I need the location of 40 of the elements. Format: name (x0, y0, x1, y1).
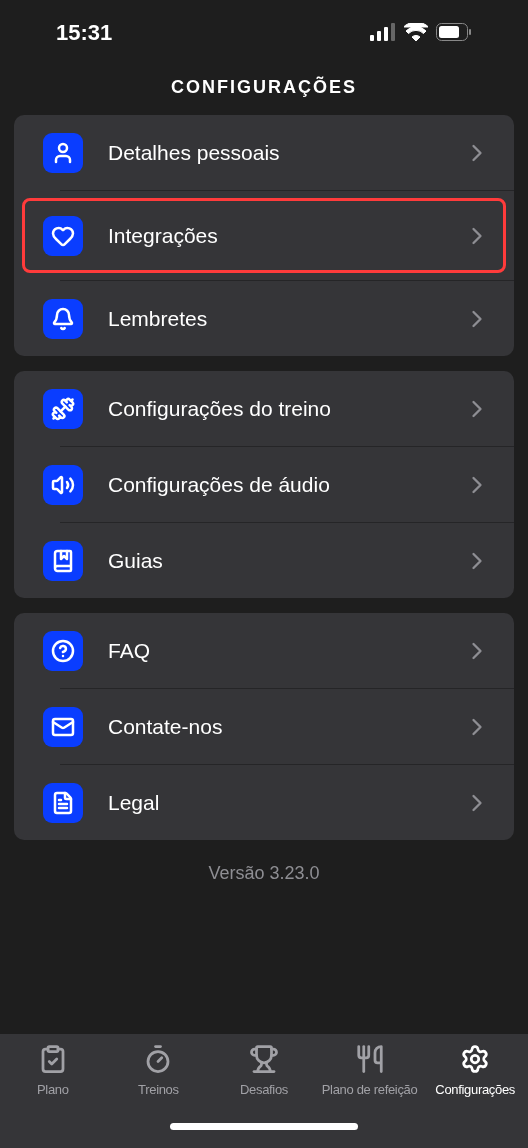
wifi-icon (404, 23, 428, 41)
settings-row[interactable]: Integrações (22, 198, 506, 273)
utensils-icon (354, 1044, 385, 1074)
book-icon (43, 540, 83, 581)
settings-row[interactable]: FAQ (22, 613, 506, 688)
settings-row[interactable]: Detalhes pessoais (22, 115, 506, 190)
row-label: Configurações de áudio (108, 471, 331, 498)
tab-item[interactable]: Desafios (211, 1044, 317, 1100)
question-icon (43, 630, 83, 671)
row-label: Contate-nos (108, 713, 224, 740)
version-text: Versão 3.23.0 (208, 862, 320, 885)
settings-row[interactable]: Configurações do treino (22, 371, 506, 446)
row-label: Integrações (108, 222, 219, 249)
battery-icon (436, 23, 472, 41)
tab-item[interactable]: Plano de refeição (316, 1044, 423, 1100)
tab-item[interactable]: Configurações (422, 1044, 528, 1100)
row-label: Detalhes pessoais (108, 139, 281, 166)
settings-row[interactable]: Lembretes (22, 281, 506, 356)
settings-row[interactable]: Guias (22, 523, 506, 598)
row-label: FAQ (108, 637, 151, 664)
signal-icon (370, 23, 396, 41)
document-icon (43, 782, 83, 823)
settings-row[interactable]: Configurações de áudio (22, 447, 506, 522)
person-icon (43, 132, 83, 173)
bell-icon (43, 298, 83, 339)
row-label: Legal (108, 789, 161, 816)
trophy-icon (249, 1044, 279, 1074)
page-title: CONFIGURAÇÕES (171, 75, 357, 99)
dumbbell-icon (43, 388, 83, 429)
status-time: 15:31 (56, 18, 113, 47)
tab-item[interactable]: Treinos (105, 1044, 212, 1100)
settings-row[interactable]: Legal (22, 765, 506, 840)
settings-icon (460, 1044, 491, 1074)
envelope-icon (43, 706, 83, 747)
settings-row[interactable]: Contate-nos (22, 689, 506, 764)
row-label: Lembretes (108, 305, 209, 332)
speaker-icon (43, 464, 83, 505)
row-label: Configurações do treino (108, 395, 332, 422)
row-label: Guias (108, 547, 164, 574)
tab-item[interactable]: Plano (0, 1044, 106, 1100)
